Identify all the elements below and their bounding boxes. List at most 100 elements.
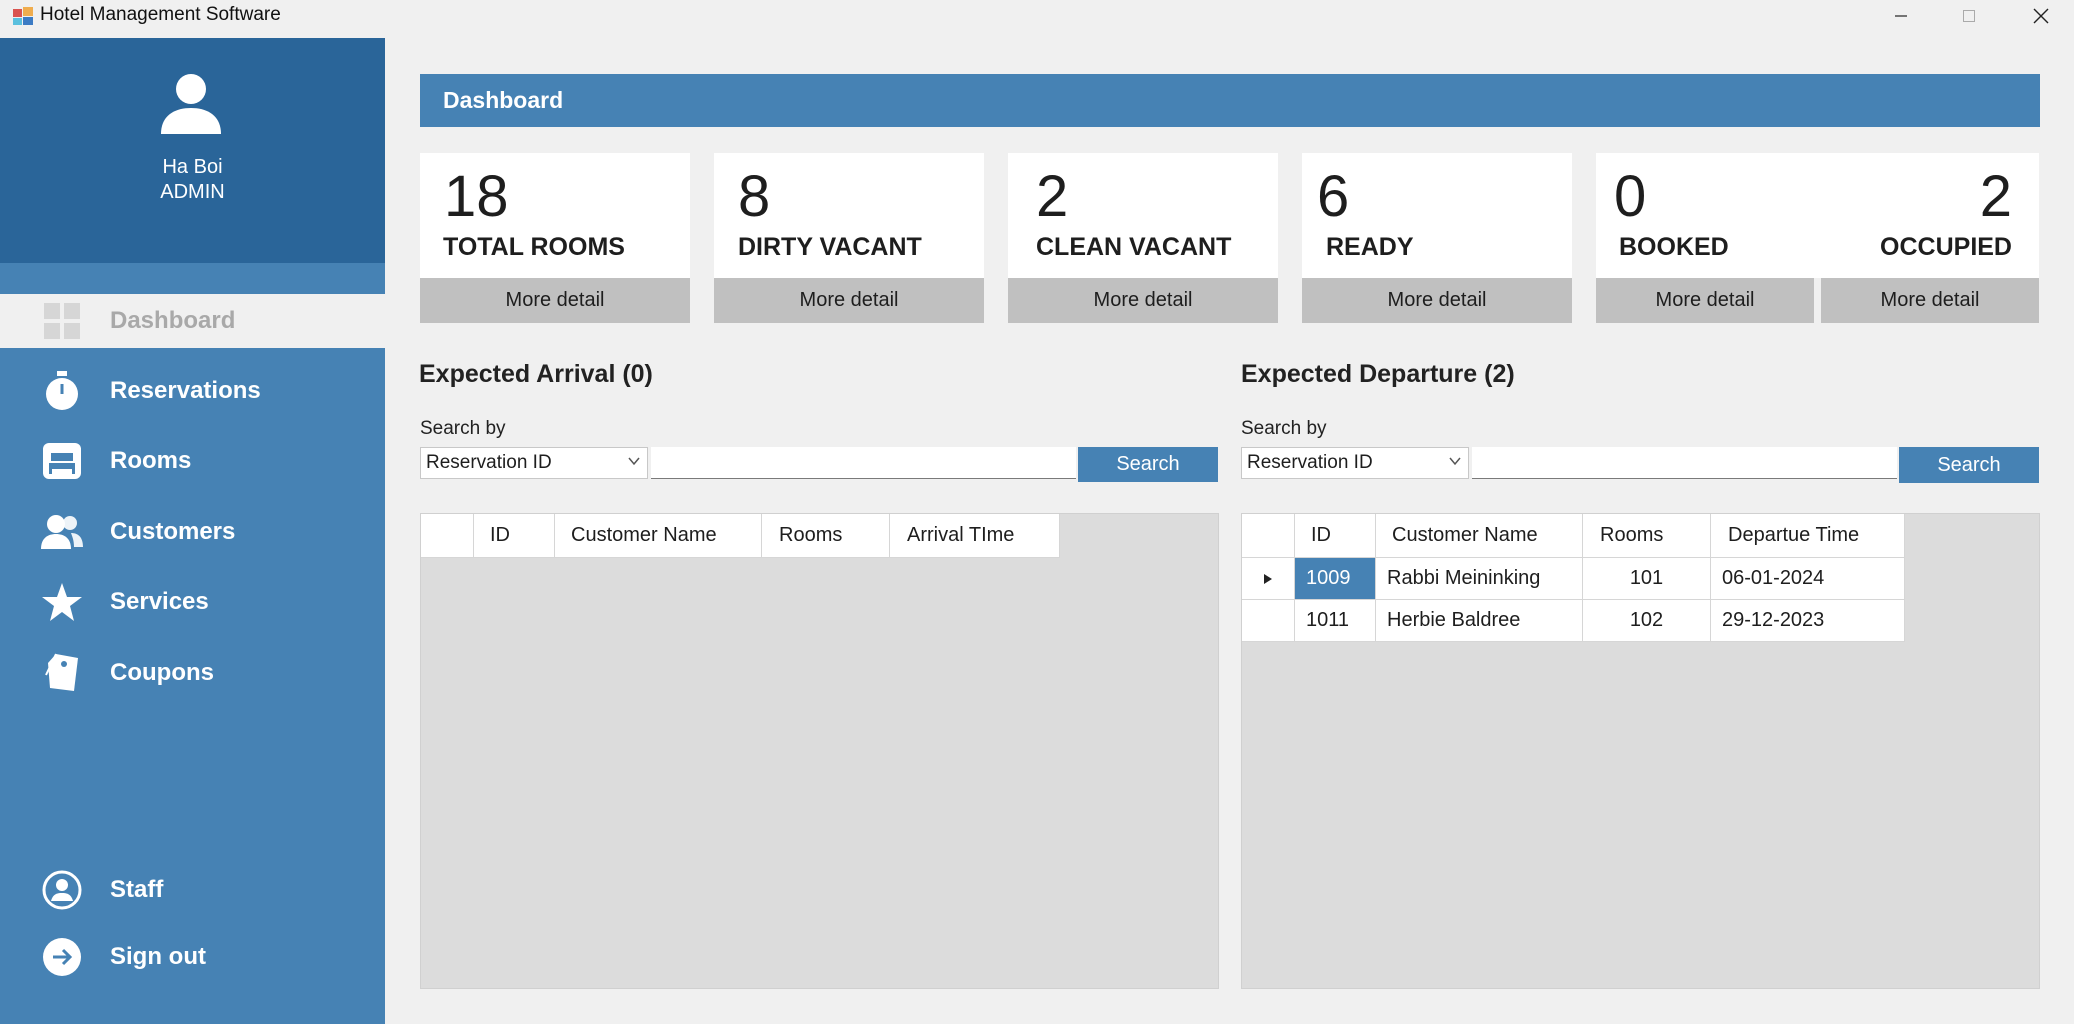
column-header[interactable]: Departue Time bbox=[1711, 514, 1905, 558]
sidebar-item-label: Services bbox=[110, 588, 209, 615]
maximize-button[interactable] bbox=[1936, 0, 2002, 32]
stat-label-booked: BOOKED bbox=[1619, 233, 1729, 261]
cell-rooms[interactable]: 101 bbox=[1583, 558, 1711, 600]
stat-value-booked: 0 bbox=[1614, 164, 1647, 229]
sidebar: Ha Boi ADMIN Dashboard Reservations Room… bbox=[0, 38, 385, 1024]
arrival-search-select[interactable]: Reservation ID bbox=[420, 447, 648, 479]
cell-customer-name[interactable]: Herbie Baldree bbox=[1376, 600, 1583, 642]
cell-departure-time[interactable]: 06-01-2024 bbox=[1711, 558, 1905, 600]
stat-value-occupied: 2 bbox=[1979, 164, 2012, 229]
chevron-down-icon bbox=[628, 457, 640, 466]
user-icon bbox=[161, 74, 221, 134]
departure-search-input[interactable] bbox=[1472, 447, 1897, 479]
sidebar-item-sign-out[interactable]: Sign out bbox=[0, 925, 385, 989]
cell-id[interactable]: 1011 bbox=[1295, 600, 1376, 642]
column-header[interactable]: Customer Name bbox=[555, 514, 762, 558]
stat-label: READY bbox=[1326, 233, 1414, 261]
user-name: Ha Boi bbox=[162, 156, 223, 178]
arrival-title: Expected Arrival (0) bbox=[419, 360, 653, 388]
sidebar-item-staff[interactable]: Staff bbox=[0, 858, 385, 922]
minimize-icon bbox=[1895, 15, 1907, 17]
window-title: Hotel Management Software bbox=[40, 4, 281, 25]
app-icon bbox=[13, 7, 33, 25]
stat-card-clean-vacant: 2 CLEAN VACANT bbox=[1008, 153, 1278, 278]
tag-icon bbox=[41, 652, 83, 694]
arrival-search-input[interactable] bbox=[651, 447, 1076, 479]
sidebar-item-label: Dashboard bbox=[110, 307, 236, 334]
page-header: Dashboard bbox=[420, 74, 2040, 127]
more-detail-button[interactable]: More detail bbox=[1821, 278, 2039, 323]
sidebar-item-label: Coupons bbox=[110, 659, 214, 686]
close-button[interactable] bbox=[2008, 0, 2074, 32]
column-header[interactable]: Arrival TIme bbox=[890, 514, 1060, 558]
row-selector[interactable] bbox=[1242, 558, 1295, 600]
row-selector[interactable] bbox=[1242, 600, 1295, 642]
row-pointer-icon bbox=[1264, 573, 1272, 584]
stat-label: TOTAL ROOMS bbox=[443, 233, 625, 261]
column-header[interactable]: ID bbox=[474, 514, 555, 558]
departure-title: Expected Departure (2) bbox=[1241, 360, 1515, 388]
sidebar-item-coupons[interactable]: Coupons bbox=[0, 641, 385, 705]
sidebar-item-dashboard[interactable]: Dashboard bbox=[0, 294, 385, 348]
stat-card-ready: 6 READY bbox=[1302, 153, 1572, 278]
column-header[interactable]: Rooms bbox=[1583, 514, 1711, 558]
stat-value: 8 bbox=[738, 164, 771, 229]
column-header[interactable]: ID bbox=[1295, 514, 1376, 558]
sidebar-item-label: Staff bbox=[110, 876, 164, 903]
arrival-table: ID Customer Name Rooms Arrival TIme bbox=[420, 513, 1219, 989]
departure-search-select[interactable]: Reservation ID bbox=[1241, 447, 1469, 479]
stat-card-total-rooms: 18 TOTAL ROOMS bbox=[420, 153, 690, 278]
departure-search-button[interactable]: Search bbox=[1899, 447, 2039, 483]
title-bar: Hotel Management Software bbox=[0, 0, 2074, 38]
row-header-corner bbox=[1242, 514, 1295, 558]
search-by-label: Search by bbox=[1241, 418, 1327, 439]
stat-card-dirty-vacant: 8 DIRTY VACANT bbox=[714, 153, 984, 278]
more-detail-button[interactable]: More detail bbox=[1008, 278, 1278, 323]
table-header: ID Customer Name Rooms Departue Time bbox=[1242, 514, 1905, 558]
cell-customer-name[interactable]: Rabbi Meininking bbox=[1376, 558, 1583, 600]
user-role: ADMIN bbox=[160, 181, 225, 203]
close-icon bbox=[2033, 8, 2049, 24]
stopwatch-icon bbox=[41, 370, 83, 412]
sidebar-item-label: Customers bbox=[110, 518, 236, 545]
stat-value: 6 bbox=[1317, 164, 1350, 229]
table-header: ID Customer Name Rooms Arrival TIme bbox=[421, 514, 1060, 558]
cell-departure-time[interactable]: 29-12-2023 bbox=[1711, 600, 1905, 642]
users-icon bbox=[41, 511, 83, 553]
cell-rooms[interactable]: 102 bbox=[1583, 600, 1711, 642]
table-row[interactable]: 1011 Herbie Baldree 102 29-12-2023 bbox=[1242, 600, 1905, 642]
sidebar-item-label: Reservations bbox=[110, 377, 261, 404]
bed-icon bbox=[41, 440, 83, 482]
column-header[interactable]: Rooms bbox=[762, 514, 890, 558]
cell-id[interactable]: 1009 bbox=[1295, 558, 1376, 600]
table-row[interactable]: 1009 Rabbi Meininking 101 06-01-2024 bbox=[1242, 558, 1905, 600]
stat-label: CLEAN VACANT bbox=[1036, 233, 1232, 261]
sidebar-item-services[interactable]: Services bbox=[0, 570, 385, 634]
arrival-search-button[interactable]: Search bbox=[1078, 447, 1218, 482]
user-circle-icon bbox=[41, 869, 83, 911]
minimize-button[interactable] bbox=[1868, 0, 1934, 32]
maximize-icon bbox=[1963, 10, 1975, 22]
stat-label-occupied: OCCUPIED bbox=[1880, 233, 2012, 261]
sign-out-icon bbox=[41, 936, 83, 978]
chevron-down-icon bbox=[1449, 457, 1461, 466]
more-detail-button[interactable]: More detail bbox=[1596, 278, 1814, 323]
stat-label: DIRTY VACANT bbox=[738, 233, 922, 261]
sidebar-item-label: Rooms bbox=[110, 447, 192, 474]
more-detail-button[interactable]: More detail bbox=[1302, 278, 1572, 323]
dashboard-icon bbox=[41, 300, 83, 342]
sidebar-item-rooms[interactable]: Rooms bbox=[0, 429, 385, 493]
more-detail-button[interactable]: More detail bbox=[714, 278, 984, 323]
sidebar-item-reservations[interactable]: Reservations bbox=[0, 359, 385, 423]
sidebar-item-customers[interactable]: Customers bbox=[0, 500, 385, 564]
select-value: Reservation ID bbox=[1247, 452, 1373, 473]
row-header-corner bbox=[421, 514, 474, 558]
stat-value: 18 bbox=[444, 164, 509, 229]
stat-card-booked-occupied: 0 BOOKED 2 OCCUPIED bbox=[1596, 153, 2039, 278]
page-title: Dashboard bbox=[443, 87, 564, 113]
select-value: Reservation ID bbox=[426, 452, 552, 473]
search-by-label: Search by bbox=[420, 418, 506, 439]
column-header[interactable]: Customer Name bbox=[1376, 514, 1583, 558]
more-detail-button[interactable]: More detail bbox=[420, 278, 690, 323]
departure-table: ID Customer Name Rooms Departue Time 100… bbox=[1241, 513, 2040, 989]
